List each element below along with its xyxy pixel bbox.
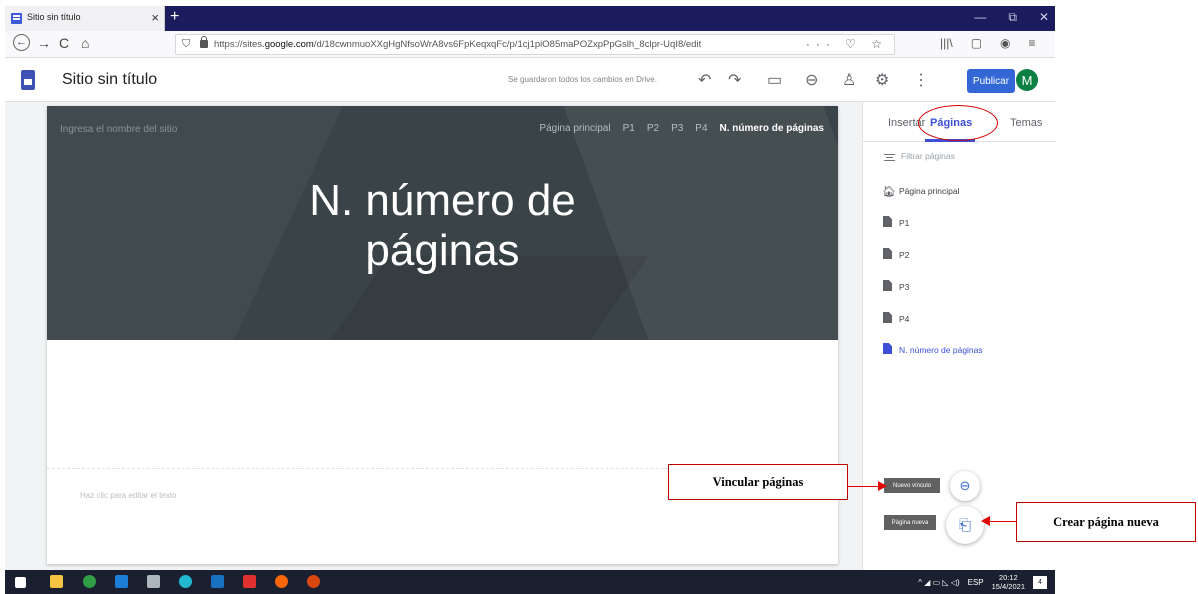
tab-title: Sitio sin título <box>27 12 81 22</box>
url-text[interactable]: https://sites.google.com/d/18cwnmuoXXgHg… <box>214 39 701 50</box>
page-list-item-p4[interactable]: P4 <box>899 314 909 324</box>
page-actions-icons[interactable]: ··· ♡ ☆ <box>806 37 888 51</box>
chrome-icon[interactable] <box>83 575 96 588</box>
windows-start-icon[interactable] <box>15 577 26 588</box>
preview-icon[interactable]: ▭ <box>767 70 782 90</box>
site-navigation: Página principal P1 P2 P3 P4 N. número d… <box>539 123 824 134</box>
settings-icon[interactable]: ⚙ <box>875 70 889 90</box>
publish-button[interactable]: Publicar <box>967 69 1015 93</box>
language-indicator[interactable]: ESP <box>968 578 984 587</box>
file-explorer-icon[interactable] <box>50 575 63 588</box>
restore-button[interactable]: ⧉ <box>1008 10 1017 25</box>
page-title[interactable]: N. número de páginas <box>47 176 838 276</box>
page-header-banner[interactable]: Ingresa el nombre del sitio Página princ… <box>47 106 838 340</box>
mail-icon[interactable] <box>115 575 128 588</box>
text-box-placeholder[interactable]: Haz clic para editar el texto <box>80 491 177 500</box>
filter-icon <box>884 154 895 161</box>
annotation-link-pages: Vincular páginas <box>668 464 848 500</box>
link-icon: ⊖ <box>959 478 971 493</box>
address-bar[interactable]: ⛉ https://sites.google.com/d/18cwnmuoXXg… <box>175 34 895 55</box>
page-title-line: N. número de <box>309 176 576 225</box>
new-link-tooltip: Nuevo vínculo <box>884 478 940 493</box>
share-icon[interactable]: ♙ <box>842 70 856 90</box>
avatar[interactable]: M <box>1016 69 1038 91</box>
tracking-shield-icon[interactable]: ⛉ <box>182 38 190 51</box>
highlight-ellipse <box>918 105 998 141</box>
annotation-arrowhead <box>878 481 887 491</box>
clock-date: 15/4/2021 <box>991 582 1025 591</box>
page-icon <box>883 248 892 259</box>
new-page-button[interactable]: ⎗ <box>946 506 984 544</box>
page-list-item-home[interactable]: Página principal <box>899 186 959 196</box>
page-icon <box>883 343 892 354</box>
page-title-line: páginas <box>365 226 520 275</box>
word-icon[interactable] <box>211 575 224 588</box>
page-icon <box>883 312 892 323</box>
filter-pages-input[interactable]: Filtrar páginas <box>901 151 955 161</box>
sites-header: Sitio sin título Se guardaron todos los … <box>5 58 1055 102</box>
google-sites-logo-icon[interactable] <box>21 70 35 90</box>
sidebar-icon[interactable]: ▢ <box>971 36 982 50</box>
home-button[interactable]: ⌂ <box>81 35 89 51</box>
paint-icon[interactable] <box>147 575 160 588</box>
new-page-tooltip: Página nueva <box>884 515 936 530</box>
page-list-item-p3[interactable]: P3 <box>899 282 909 292</box>
copy-link-icon[interactable]: ⊖ <box>805 70 818 90</box>
page-list-item-current[interactable]: N. número de páginas <box>899 345 983 355</box>
minimize-button[interactable]: — <box>974 10 986 25</box>
forward-button[interactable]: → <box>37 35 51 51</box>
new-tab-button[interactable]: + <box>170 8 179 26</box>
page-list-item-p1[interactable]: P1 <box>899 218 909 228</box>
more-options-icon[interactable]: ⋮ <box>913 70 929 90</box>
save-status: Se guardaron todos los cambios en Drive. <box>508 75 657 84</box>
site-name-input[interactable]: Ingresa el nombre del sitio <box>60 124 177 135</box>
page-icon <box>883 280 892 291</box>
site-nav-current[interactable]: N. número de páginas <box>720 123 824 134</box>
browser-tab[interactable]: Sitio sin título × <box>5 6 165 31</box>
annotation-arrowhead <box>981 516 990 526</box>
clock[interactable]: 20:12 15/4/2021 <box>992 573 1025 591</box>
clock-time: 20:12 <box>998 573 1018 582</box>
tray-icons[interactable]: ^ ◢ ▭ ◺ ◁) <box>918 578 959 587</box>
menu-icon[interactable]: ≡ <box>1029 36 1036 50</box>
tab-themes[interactable]: Temas <box>1010 117 1042 129</box>
browser-tab-strip: Sitio sin título × + — ⧉ ✕ <box>5 6 1055 31</box>
app-icon[interactable] <box>179 575 192 588</box>
sites-favicon-icon <box>11 13 22 24</box>
site-nav-p2[interactable]: P2 <box>647 123 659 134</box>
account-icon[interactable]: ◉ <box>1000 36 1010 50</box>
add-page-icon: ⎗ <box>958 516 971 534</box>
new-link-button[interactable]: ⊖ <box>950 471 980 501</box>
document-title[interactable]: Sitio sin título <box>62 71 157 89</box>
redo-icon[interactable]: ↷ <box>728 70 741 90</box>
notifications-icon[interactable]: 4 <box>1033 575 1047 589</box>
annotation-create-page: Crear página nueva <box>1016 502 1196 542</box>
powerpoint-icon[interactable] <box>307 575 320 588</box>
back-button[interactable]: ← <box>13 34 30 51</box>
tab-close-icon[interactable]: × <box>151 10 159 25</box>
site-nav-home[interactable]: Página principal <box>539 123 610 134</box>
system-tray: ^ ◢ ▭ ◺ ◁) ESP 20:12 15/4/2021 4 <box>918 573 1047 591</box>
close-window-button[interactable]: ✕ <box>1039 10 1049 25</box>
annotation-arrow-line <box>848 486 878 487</box>
reload-button[interactable]: C <box>59 35 69 51</box>
page-list-item-p2[interactable]: P2 <box>899 250 909 260</box>
annotation-arrow-line <box>990 521 1016 522</box>
browser-toolbar-right: |||\ ▢ ◉ ≡ <box>940 36 1036 50</box>
lock-icon[interactable] <box>200 36 208 48</box>
page-icon <box>883 216 892 227</box>
site-nav-p3[interactable]: P3 <box>671 123 683 134</box>
site-nav-p4[interactable]: P4 <box>695 123 707 134</box>
site-nav-p1[interactable]: P1 <box>623 123 635 134</box>
acrobat-icon[interactable] <box>243 575 256 588</box>
browser-nav-bar: ← → C ⌂ ⛉ https://sites.google.com/d/18c… <box>5 31 1055 58</box>
window-controls: — ⧉ ✕ <box>974 10 1049 25</box>
library-icon[interactable]: |||\ <box>940 36 953 50</box>
firefox-icon[interactable] <box>275 575 288 588</box>
windows-taskbar: ^ ◢ ▭ ◺ ◁) ESP 20:12 15/4/2021 4 <box>5 570 1055 594</box>
undo-icon[interactable]: ↶ <box>698 70 711 90</box>
home-icon: 🏠︎ <box>882 186 896 198</box>
